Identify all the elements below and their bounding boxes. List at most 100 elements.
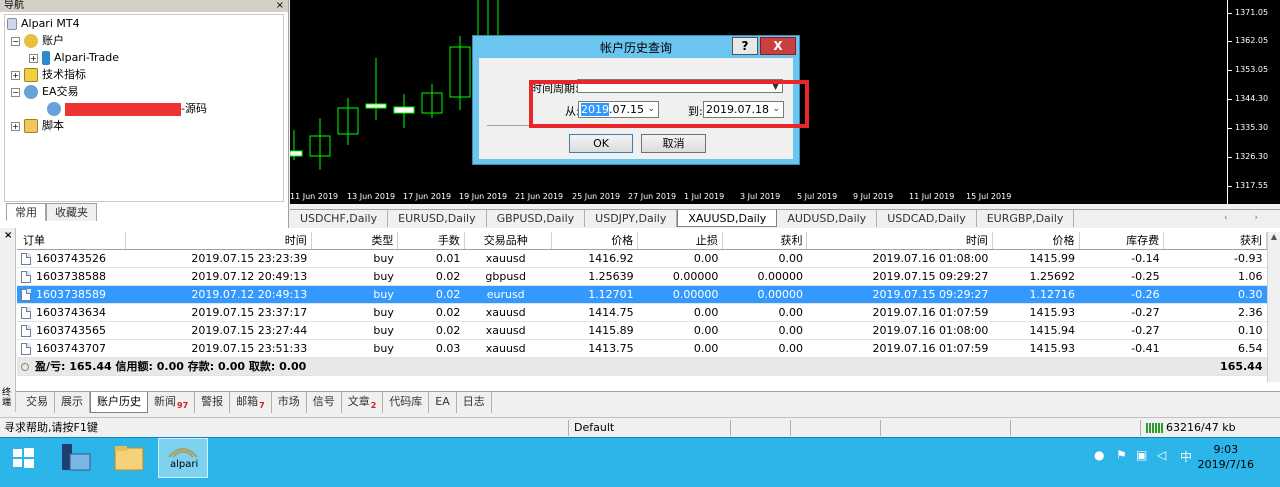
tab-gbpusd[interactable]: GBPUSD,Daily [487,210,586,227]
table-row[interactable]: 1603738589 2019.07.12 20:49:13 buy 0.02 euru… [17,285,1267,304]
tab-eurgbp[interactable]: EURGBP,Daily [977,210,1075,227]
file-explorer-button[interactable] [106,438,152,478]
terminal-tab[interactable]: 账户历史 [90,392,148,413]
server-manager-button[interactable] [52,438,98,478]
connection-bars-icon [1146,423,1164,433]
table-cell: buy [311,321,398,340]
price-label: 1335.30 [1235,123,1269,132]
help-button[interactable]: ? [732,37,758,55]
candle [289,130,303,160]
col-header-open-price[interactable]: 价格 [551,232,639,250]
ok-button[interactable]: OK [569,134,633,153]
date-label: 27 Jun 2019 [628,192,677,201]
tree-item-scripts[interactable]: + 脚本 [11,117,64,134]
table-row[interactable]: 1603743526 2019.07.15 23:23:39 buy 0.01 xauu… [17,249,1267,268]
tab-favorites[interactable]: 收藏夹 [46,203,97,221]
table-row[interactable]: 1603738588 2019.07.12 20:49:13 buy 0.02 gbpu… [17,267,1267,286]
terminal-tab[interactable]: 邮箱7 [230,392,272,413]
tab-usdjpy[interactable]: USDJPY,Daily [585,210,678,227]
col-header-tp[interactable]: 获利 [722,232,808,250]
col-header-symbol[interactable]: 交易品种 [464,232,552,250]
tree-item-expert-advisors[interactable]: − EA交易 [11,83,78,100]
terminal-tab[interactable]: 警报 [195,392,231,413]
flag-tray-icon[interactable]: ⚑ [1116,448,1127,462]
start-button[interactable] [0,438,46,478]
terminal-icon [7,18,17,30]
table-cell: -0.27 [1079,321,1164,340]
table-cell: 0.00 [637,321,723,340]
col-header-order[interactable]: 订单 [17,232,127,250]
alpari-app-button[interactable]: alpari [158,438,208,478]
navigator-tree: Alpari MT4 − 账户 + Alpari-Trade + 技术指标 − EA交易… [4,14,284,202]
terminal-tab[interactable]: 展示 [55,392,90,413]
table-cell: 0.02 [397,303,465,322]
server-icon [42,51,50,65]
tab-common[interactable]: 常用 [6,203,46,221]
script-icon [24,119,38,133]
cancel-button[interactable]: 取消 [641,134,706,153]
terminal-tab[interactable]: 交易 [20,392,55,413]
highlight-box [529,80,809,128]
price-label: 1371.05 [1235,8,1269,17]
terminal-tab[interactable]: 文章2 [342,392,384,413]
volume-tray-icon[interactable]: ◁ [1157,448,1166,462]
col-header-lots[interactable]: 手数 [397,232,465,250]
tree-item-ea-source[interactable]: -源码 [47,100,207,117]
history-rows: 1603743526 2019.07.15 23:23:39 buy 0.01 xauu… [17,249,1267,376]
candle [393,94,415,128]
table-cell: -0.41 [1079,339,1164,358]
close-button[interactable]: X [760,37,796,55]
connection-status: 63216/47 kb [1146,420,1236,436]
col-header-close-price[interactable]: 价格 [992,232,1080,250]
ime-indicator[interactable]: 中 [1180,448,1192,465]
col-header-sl[interactable]: 止损 [637,232,723,250]
terminal-tab[interactable]: 日志 [457,392,492,413]
tab-audusd[interactable]: AUDUSD,Daily [777,210,878,227]
col-header-profit[interactable]: 获利 [1163,232,1267,250]
candle [365,58,387,120]
terminal-tab[interactable]: 代码库 [383,392,430,413]
network-tray-icon[interactable]: ▣ [1136,448,1147,462]
table-row[interactable]: 1603743707 2019.07.15 23:51:33 buy 0.03 xauu… [17,339,1267,358]
tree-item-alpari-trade[interactable]: + Alpari-Trade [29,49,119,66]
col-header-type[interactable]: 类型 [311,232,399,250]
tab-usdchf[interactable]: USDCHF,Daily [290,210,389,227]
tab-scroll-arrows[interactable]: ‹ › [1224,210,1270,227]
date-label: 25 Jun 2019 [572,192,621,201]
date-label: 11 Jun 2019 [290,192,339,201]
tab-xauusd[interactable]: XAUUSD,Daily [677,210,778,227]
terminal-tab[interactable]: 市场 [272,392,307,413]
expand-icon[interactable]: + [11,70,20,80]
table-cell: 1415.94 [992,321,1080,340]
navigator-close-icon[interactable]: × [276,0,284,12]
expand-icon[interactable]: + [11,121,20,131]
terminal-tab[interactable]: 信号 [307,392,342,413]
tree-item-accounts[interactable]: − 账户 [11,32,64,49]
col-header-close-time[interactable]: 时间 [806,232,993,250]
server-manager-icon [62,444,91,471]
table-cell: 0.00 [637,249,723,268]
vertical-scrollbar[interactable]: ▲ [1267,232,1280,382]
table-row[interactable]: 1603743634 2019.07.15 23:37:17 buy 0.02 xauu… [17,303,1267,322]
tree-item-terminal[interactable]: Alpari MT4 [7,15,80,32]
collapse-icon[interactable]: − [11,36,20,46]
security-tray-icon[interactable]: ● [1094,448,1104,462]
expand-icon[interactable]: + [29,53,38,63]
col-header-swap[interactable]: 库存费 [1079,232,1165,250]
tab-usdcad[interactable]: USDCAD,Daily [877,210,977,227]
terminal-close-icon[interactable]: × [4,230,12,241]
col-header-open-time[interactable]: 时间 [125,232,312,250]
table-cell: 0.01 [397,249,465,268]
table-cell: xauusd [464,303,552,322]
system-clock[interactable]: 9:03 2019/7/16 [1198,442,1254,472]
price-label: 1362.05 [1235,36,1269,45]
terminal-tab[interactable]: 新闻97 [148,392,196,413]
tree-item-indicators[interactable]: + 技术指标 [11,66,86,83]
table-cell: 1603743526 [17,249,126,268]
price-label: 1353.05 [1235,65,1269,74]
table-row[interactable]: 1603743565 2019.07.15 23:27:44 buy 0.02 xauu… [17,321,1267,340]
terminal-tab[interactable]: EA [429,392,457,413]
summary-circle-icon [21,363,29,371]
tab-eurusd[interactable]: EURUSD,Daily [388,210,487,227]
collapse-icon[interactable]: − [11,87,20,97]
